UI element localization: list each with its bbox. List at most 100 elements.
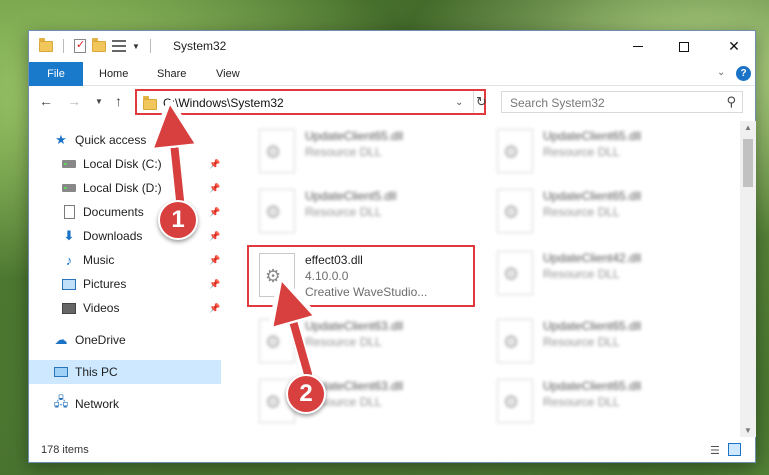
chevron-down-icon[interactable]: ⌄: [455, 97, 463, 108]
music-icon: ♪: [65, 252, 73, 268]
item-count: 178 items: [41, 444, 89, 456]
search-input[interactable]: Search System32 ⚲: [501, 91, 743, 113]
maximize-button[interactable]: [661, 31, 707, 62]
file-name: UpdateClient65.dll: [305, 129, 404, 143]
expand-ribbon-icon[interactable]: ⌄: [717, 67, 725, 78]
file-name: UpdateClient65.dll: [543, 379, 642, 393]
tab-view[interactable]: View: [206, 62, 250, 86]
file-tile[interactable]: UpdateClient42.dll Resource DLL: [487, 245, 717, 301]
scroll-up-icon[interactable]: ▲: [744, 123, 752, 132]
computer-icon: [53, 364, 69, 380]
file-name: UpdateClient65.dll: [543, 129, 642, 143]
file-tile-effect03-dll[interactable]: effect03.dll 4.10.0.0 Creative WaveStudi…: [247, 245, 475, 307]
file-tile[interactable]: UpdateClient5.dll Resource DLL: [249, 183, 479, 239]
sidebar-item-label: Quick access: [75, 133, 147, 147]
sidebar-item-label: Local Disk (D:): [83, 181, 162, 195]
file-tile[interactable]: UpdateClient65.dll Resource DLL: [487, 313, 717, 369]
file-name: UpdateClient5.dll: [305, 189, 397, 203]
pin-icon[interactable]: 📌: [209, 303, 220, 314]
file-explorer-window: ▼ System32 ✕ File Home Share View ⌄ ? ← …: [28, 30, 756, 463]
pin-icon[interactable]: 📌: [209, 279, 220, 290]
file-tile[interactable]: UpdateClient65.dll Resource DLL: [487, 373, 717, 429]
file-tile[interactable]: UpdateClient65.dll Resource DLL: [487, 183, 717, 239]
file-tile[interactable]: UpdateClient65.dll Resource DLL: [249, 123, 479, 179]
file-description: Resource DLL: [543, 145, 620, 159]
tiles-view-icon[interactable]: [728, 443, 741, 456]
address-path[interactable]: C:\Windows\System32: [163, 96, 284, 110]
folder-icon: [39, 37, 53, 52]
toolbar-separator: [63, 39, 64, 53]
up-arrow-icon[interactable]: ↑: [115, 93, 122, 109]
window-title: System32: [173, 39, 227, 53]
file-tile[interactable]: UpdateClient65.dll Resource DLL: [487, 123, 717, 179]
navigation-bar: ← → ▼ ↑ C:\Windows\System32 ⌄ ↻ Search S…: [29, 86, 755, 118]
sidebar-item-videos[interactable]: Videos 📌: [29, 296, 221, 320]
disk-icon: [61, 156, 77, 172]
file-name: effect03.dll: [305, 253, 363, 267]
pin-icon[interactable]: 📌: [209, 207, 220, 218]
close-button[interactable]: ✕: [711, 31, 757, 62]
help-icon[interactable]: ?: [736, 66, 751, 81]
sidebar-item-local-disk-d[interactable]: Local Disk (D:) 📌: [29, 176, 221, 200]
file-description: Resource DLL: [305, 205, 382, 219]
file-tile[interactable]: UpdateClient63.dll Resource DLL: [249, 313, 479, 369]
pin-icon[interactable]: 📌: [209, 231, 220, 242]
search-icon[interactable]: ⚲: [726, 94, 736, 110]
properties-icon[interactable]: [74, 38, 86, 53]
sidebar-item-label: Network: [75, 397, 120, 411]
details-view-icon[interactable]: ☰: [710, 444, 720, 457]
tab-file[interactable]: File: [29, 62, 83, 86]
scroll-down-icon[interactable]: ▼: [744, 426, 752, 435]
back-arrow-icon[interactable]: ←: [39, 93, 53, 109]
disk-icon: [61, 180, 77, 196]
pictures-icon: [61, 276, 77, 292]
dll-file-icon: [497, 379, 533, 423]
sidebar-item-quick-access[interactable]: ★ Quick access: [29, 128, 221, 152]
chevron-down-icon[interactable]: ▼: [132, 42, 140, 51]
sidebar-item-onedrive[interactable]: ☁ OneDrive: [29, 328, 221, 352]
dll-file-icon: [497, 189, 533, 233]
sidebar-item-local-disk-c[interactable]: Local Disk (C:) 📌: [29, 152, 221, 176]
maximize-icon: [679, 41, 689, 52]
address-bar[interactable]: C:\Windows\System32 ⌄ ↻: [135, 89, 487, 115]
sidebar-item-label: Documents: [83, 205, 144, 219]
pin-icon[interactable]: 📌: [209, 255, 220, 266]
dll-file-icon: [259, 129, 295, 173]
minimize-button[interactable]: [615, 31, 661, 62]
new-folder-icon[interactable]: [92, 37, 106, 52]
file-version: 4.10.0.0: [305, 269, 349, 283]
dll-file-icon: [497, 319, 533, 363]
toolbar-separator: [149, 39, 151, 53]
file-description: Resource DLL: [543, 205, 620, 219]
dll-file-icon: [259, 189, 295, 233]
dll-file-icon: [497, 129, 533, 173]
sidebar-item-label: Local Disk (C:): [83, 157, 162, 171]
file-tile[interactable]: UpdateClient63.dll Resource DLL: [249, 373, 479, 429]
tab-share[interactable]: Share: [147, 62, 196, 86]
file-description: Resource DLL: [305, 145, 382, 159]
file-description: Creative WaveStudio...: [305, 285, 428, 299]
tab-home[interactable]: Home: [89, 62, 138, 86]
sidebar-item-pictures[interactable]: Pictures 📌: [29, 272, 221, 296]
pin-icon[interactable]: 📌: [209, 159, 220, 170]
network-icon: 🖧: [53, 394, 69, 409]
pin-icon[interactable]: 📌: [209, 183, 220, 194]
dll-file-icon: [259, 253, 295, 297]
file-name: UpdateClient65.dll: [543, 189, 642, 203]
vertical-scrollbar[interactable]: ▲ ▼: [740, 121, 756, 437]
sidebar-item-label: Videos: [83, 301, 120, 315]
file-description: Resource DLL: [543, 395, 620, 409]
refresh-icon[interactable]: ↻: [473, 91, 487, 113]
recent-locations-chevron-icon[interactable]: ▼: [95, 97, 103, 106]
sidebar-item-network[interactable]: 🖧 Network: [29, 392, 221, 416]
sidebar-item-music[interactable]: ♪ Music 📌: [29, 248, 221, 272]
sidebar-item-label: OneDrive: [75, 333, 126, 347]
sidebar-item-this-pc[interactable]: This PC: [29, 360, 221, 384]
ribbon-tabs: File Home Share View ⌄ ?: [29, 62, 755, 86]
cloud-icon: ☁: [54, 332, 68, 347]
documents-icon: [61, 204, 77, 220]
forward-arrow-icon[interactable]: →: [67, 93, 81, 109]
scrollbar-thumb[interactable]: [743, 139, 753, 187]
file-description: Resource DLL: [305, 335, 382, 349]
customize-list-icon[interactable]: [112, 40, 126, 52]
